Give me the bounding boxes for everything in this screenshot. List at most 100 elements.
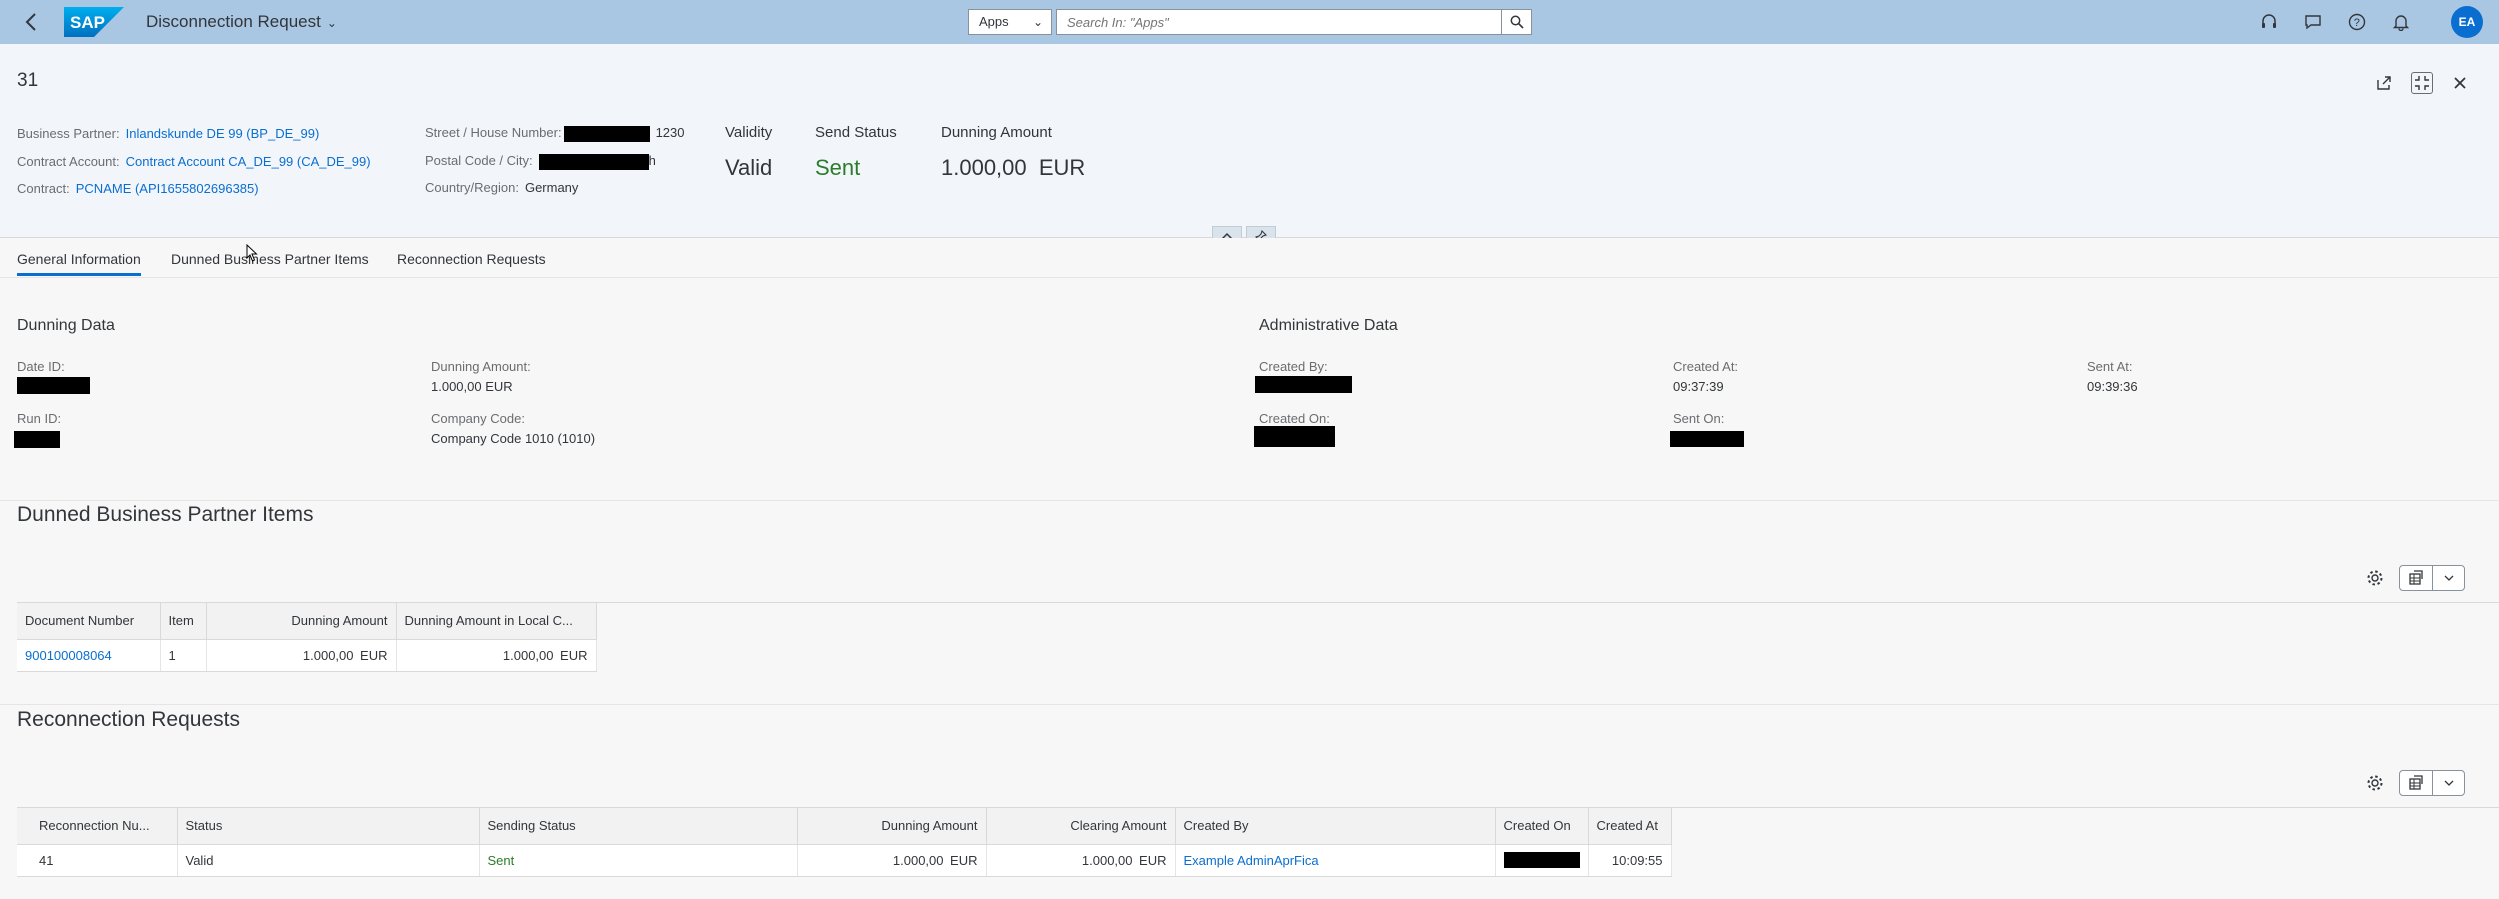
column-header-item[interactable]: Item [160,603,207,640]
feedback-button[interactable] [2301,10,2325,34]
created-by-link[interactable]: Example AdminAprFica [1184,853,1319,868]
document-number-link[interactable]: 900100008064 [17,639,161,672]
dunning-amount-currency: EUR [1038,155,1086,180]
send-status-value: Sent [815,155,861,180]
dunning-amount-value: 1.000,00 [302,647,354,663]
table-header-row: Reconnection Nu... Status Sending Status… [17,808,1672,845]
chat-icon [2305,15,2321,30]
created-on-cell [1495,844,1589,877]
dunned-items-export-button[interactable] [2400,566,2432,590]
svg-text:?: ? [2354,17,2360,29]
redacted-street [563,125,650,142]
postal-city-label: Postal Code / City: [425,153,533,168]
postal-city-value: h [648,153,656,168]
tab-dunned-business-partner-items[interactable]: Dunned Business Partner Items [171,251,369,267]
table-row[interactable]: 900100008064 1 1.000,00 EUR 1.000,00 EUR [17,639,597,672]
notifications-button[interactable] [2389,10,2413,34]
contract-label: Contract: [17,181,70,196]
support-button[interactable] [2257,10,2281,34]
column-header-document-number[interactable]: Document Number [17,603,161,640]
table-row[interactable]: 41 Valid Sent 1.000,00 EUR 1.000,00 EUR Ex… [17,844,1672,877]
section-tabs: General Information Dunned Business Part… [0,238,2499,278]
local-amount-cell: 1.000,00 EUR [396,639,597,672]
user-avatar[interactable]: EA [2451,6,2483,38]
section-divider [0,704,2499,705]
dunned-items-section-title: Dunned Business Partner Items [17,503,314,526]
table-header-row: Document Number Item Dunning Amount Dunn… [17,603,597,640]
document-number-value[interactable]: 900100008064 [25,648,112,663]
sap-logo-icon: SAP [64,7,124,37]
column-header-reconnection-number[interactable]: Reconnection Nu... [17,808,178,845]
column-header-clearing-amount[interactable]: Clearing Amount [986,808,1176,845]
help-icon: ? [2348,13,2366,31]
administrative-data-title: Administrative Data [1259,317,1398,334]
dunned-items-settings-button[interactable] [2363,566,2387,590]
send-status-label: Send Status [815,124,897,141]
app-title-menu[interactable]: Disconnection Request ⌄ [146,11,337,34]
column-header-local-amount[interactable]: Dunning Amount in Local C... [396,603,597,640]
dunning-amount-kpi: Dunning Amount 1.000,00 EUR [941,124,1085,181]
redacted-run-id [14,431,60,448]
reconnection-number-cell: 41 [17,844,178,877]
sap-logo[interactable]: SAP [64,7,124,37]
search-button[interactable] [1502,9,1532,35]
section-divider [0,500,2499,501]
tab-general-information[interactable]: General Information [17,251,141,276]
dunning-amount-field-value: 1.000,00 EUR [431,379,513,394]
dunned-items-export-dropdown[interactable] [2432,566,2464,590]
column-header-dunning-amount[interactable]: Dunning Amount [206,603,397,640]
app-title: Disconnection Request [146,12,321,31]
clearing-amount-value: 1.000,00 [1081,852,1133,868]
search-input[interactable] [1056,9,1502,35]
tab-reconnection-requests[interactable]: Reconnection Requests [397,251,546,267]
dunning-amount-field-label: Dunning Amount: [431,359,531,374]
sent-on-label: Sent On: [1673,411,1725,426]
contract-account-label: Contract Account: [17,154,120,169]
sent-at-value: 09:39:36 [2087,379,2138,394]
close-button[interactable] [2449,72,2471,94]
export-spreadsheet-icon [2409,570,2423,585]
search-bar: Apps ⌄ [968,9,1532,35]
local-amount-value: 1.000,00 [502,647,554,663]
postal-city-field: Postal Code / City: h [425,153,656,170]
back-button[interactable] [24,8,48,36]
gear-icon [2367,775,2383,791]
column-header-created-by[interactable]: Created By [1175,808,1496,845]
country-label: Country/Region: [425,180,519,195]
dunned-items-toolbar [2363,565,2465,591]
chevron-down-icon: ⌄ [1032,15,1043,29]
created-by-label: Created By: [1259,359,1328,374]
help-button[interactable]: ? [2345,10,2369,34]
dunning-amount-display: 1.000,00 EUR [941,155,1085,181]
dunning-currency-value: EUR [950,852,978,868]
reconnection-table: Reconnection Nu... Status Sending Status… [17,808,1672,877]
company-code-label: Company Code: [431,411,525,426]
reconnection-toolbar [2363,770,2465,796]
created-at-value: 09:37:39 [1673,379,1724,394]
chevron-down-icon [2444,575,2453,581]
fullscreen-button[interactable] [2411,72,2433,94]
dunning-currency-value: EUR [360,647,388,663]
contract-account-link[interactable]: Contract Account CA_DE_99 (CA_DE_99) [126,154,371,169]
business-partner-link[interactable]: Inlandskunde DE 99 (BP_DE_99) [126,126,320,141]
clearing-currency-value: EUR [1139,852,1167,868]
column-header-sending-status[interactable]: Sending Status [479,808,798,845]
search-scope-select[interactable]: Apps ⌄ [968,9,1052,35]
dunning-amount-cell: 1.000,00 EUR [797,844,987,877]
column-header-dunning-amount[interactable]: Dunning Amount [797,808,987,845]
headset-icon [2262,14,2276,28]
chevron-down-icon [2444,780,2453,786]
date-id-label: Date ID: [17,359,65,374]
dunning-amount-value: 1.000,00 [892,852,944,868]
column-header-created-on[interactable]: Created On [1495,808,1589,845]
reconnection-settings-button[interactable] [2363,771,2387,795]
share-icon [2377,76,2391,90]
created-at-cell: 10:09:55 [1588,844,1672,877]
contract-link[interactable]: PCNAME (API1655802696385) [76,181,259,196]
column-header-status[interactable]: Status [177,808,480,845]
share-button[interactable] [2373,72,2395,94]
created-at-label: Created At: [1673,359,1739,374]
column-header-created-at[interactable]: Created At [1588,808,1672,845]
reconnection-export-dropdown[interactable] [2432,771,2464,795]
reconnection-export-button[interactable] [2400,771,2432,795]
